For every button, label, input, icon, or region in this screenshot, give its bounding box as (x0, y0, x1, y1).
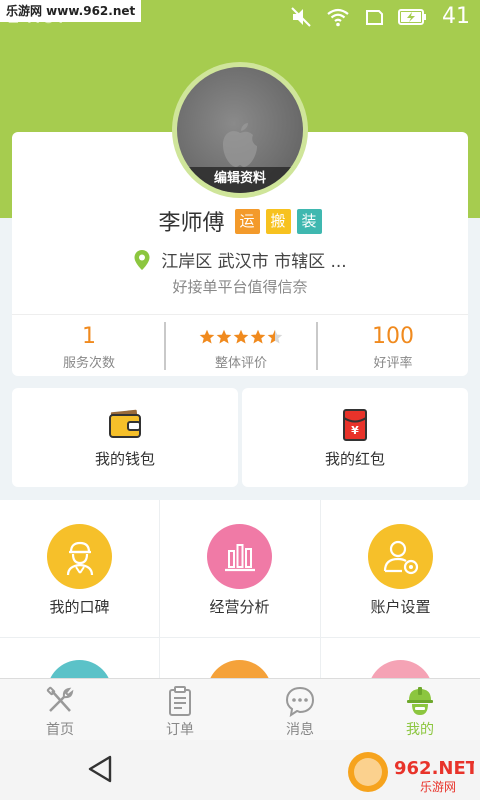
star-icon (267, 329, 283, 344)
rating-stars (166, 322, 316, 352)
divider (320, 500, 321, 680)
tag-install: 装 (296, 208, 322, 234)
user-settings-icon (368, 524, 433, 589)
brand-logo: 962.NET 乐游网 (348, 752, 474, 794)
grid-item-label: 我的口碑 (49, 598, 110, 616)
tab-messages[interactable]: 消息 (240, 679, 360, 741)
star-icon (199, 329, 215, 344)
my-wallet-button[interactable]: 我的钱包 (12, 388, 238, 487)
sim-card-icon (366, 9, 383, 25)
worker-icon (47, 524, 112, 589)
stat-service-count: 1 服务次数 (14, 322, 164, 371)
tab-orders[interactable]: 订单 (120, 679, 240, 741)
grid-item-account-settings[interactable]: 账户设置 (321, 500, 480, 637)
tab-mine[interactable]: 我的 (360, 679, 480, 741)
tab-label: 我的 (406, 722, 434, 738)
slogan: 好接单平台值得信奈 (172, 278, 308, 296)
watermark-label: 乐游网 www.962.net (0, 0, 142, 22)
location-pin-icon (134, 249, 150, 270)
back-icon[interactable] (86, 754, 114, 784)
grid-item-label: 经营分析 (209, 598, 270, 616)
star-icon (233, 329, 249, 344)
tab-label: 消息 (286, 722, 314, 738)
helmet-icon (407, 687, 433, 715)
mute-icon (291, 6, 311, 27)
tab-home[interactable]: 首页 (0, 679, 120, 741)
stat-label: 好评率 (373, 356, 413, 371)
stat-good-rate: 100 好评率 (318, 322, 468, 371)
svg-text:¥: ¥ (351, 424, 359, 437)
avatar[interactable]: 编辑资料 (177, 67, 303, 193)
tag-transport: 运 (234, 208, 260, 234)
brand-logo-sub: 乐游网 (420, 780, 456, 794)
grid-item-label: 账户设置 (370, 598, 431, 616)
tools-icon (46, 686, 74, 712)
grid-item-reputation[interactable]: 我的口碑 (0, 500, 159, 637)
red-envelope-label: 我的红包 (324, 450, 385, 468)
star-icon (216, 329, 232, 344)
stat-rating: 整体评价 (166, 322, 316, 371)
bottom-tab-bar: 首页 订单 消息 我的 (0, 678, 480, 740)
wallet-label: 我的钱包 (94, 450, 155, 468)
battery-level: 41 (442, 4, 470, 29)
tab-label: 首页 (46, 722, 74, 738)
divider (159, 500, 160, 680)
brand-logo-text: 962.NET (394, 758, 474, 779)
status-icons: 41 (290, 4, 470, 29)
stat-label: 整体评价 (214, 356, 267, 371)
stat-label: 服务次数 (62, 356, 115, 371)
wifi-icon (327, 8, 349, 26)
name-row: 李师傅 运 搬 装 (0, 205, 480, 237)
location-text: 江岸区 武汉市 市辖区 ... (161, 252, 347, 272)
stat-value: 100 (372, 324, 414, 349)
grid-item-analytics[interactable]: 经营分析 (160, 500, 319, 637)
divider (12, 314, 468, 315)
my-red-envelope-button[interactable]: ¥ 我的红包 (242, 388, 468, 487)
tab-label: 订单 (166, 722, 194, 738)
location-row: 江岸区 武汉市 市辖区 ... (0, 247, 480, 272)
wallet-icon (109, 409, 141, 438)
apple-logo-icon (223, 123, 257, 167)
user-name: 李师傅 (158, 211, 225, 236)
bar-chart-icon (207, 524, 272, 589)
red-envelope-icon: ¥ (343, 409, 367, 441)
chat-icon (285, 686, 315, 717)
tag-moving: 搬 (265, 208, 291, 234)
battery-charging-icon (398, 8, 426, 25)
divider (0, 637, 480, 638)
clipboard-icon (169, 686, 191, 716)
edit-profile-label[interactable]: 编辑资料 (177, 167, 303, 193)
star-icon (250, 329, 266, 344)
stat-value: 1 (82, 324, 96, 349)
